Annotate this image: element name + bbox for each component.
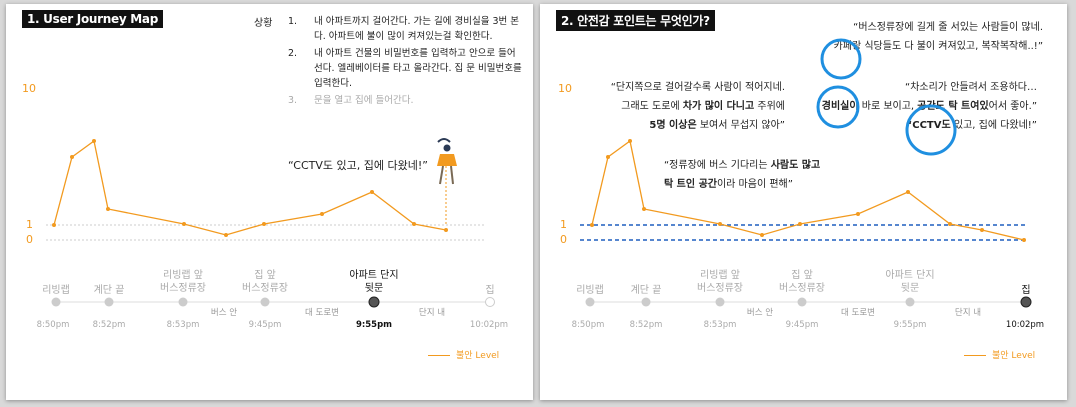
highlight-circle: [816, 85, 860, 129]
data-point: [590, 223, 594, 227]
data-point: [182, 222, 186, 226]
data-point: [606, 155, 610, 159]
station-dot-end: [485, 297, 495, 307]
data-point: [370, 190, 374, 194]
station-dot-active: [1020, 296, 1032, 308]
anxiety-chart: [46, 138, 495, 308]
time-label: 8:53pm: [166, 320, 200, 330]
station-dot-active: [368, 296, 380, 308]
time-label: 9:45pm: [248, 320, 282, 330]
segment-label: 대 도로변: [841, 308, 875, 318]
station-dot: [178, 297, 188, 307]
station-dot: [797, 297, 807, 307]
data-point: [948, 222, 952, 226]
station-dot: [905, 297, 915, 307]
data-point: [70, 155, 74, 159]
data-point: [412, 222, 416, 226]
anxiety-line: [53, 139, 447, 236]
anxiety-chart: [580, 38, 1032, 308]
data-point: [856, 212, 860, 216]
station-label: 집 앞 버스정류장: [779, 270, 825, 294]
station-label: 계단 끝: [630, 285, 662, 296]
data-point: [224, 233, 228, 237]
legend-label: 불안 Level: [456, 351, 500, 361]
station-label: 계단 끝: [93, 285, 125, 296]
legend-line-icon: [964, 355, 986, 356]
station-label: 리빙랩: [576, 285, 604, 296]
time-label: 8:50pm: [571, 320, 605, 330]
station-dot: [585, 297, 595, 307]
time-label: 10:02pm: [469, 320, 509, 330]
time-label: 8:50pm: [36, 320, 70, 330]
time-label: 8:52pm: [92, 320, 126, 330]
station-label: 리빙랩 앞 버스정류장: [697, 270, 743, 294]
time-label: 8:52pm: [629, 320, 663, 330]
data-point: [262, 222, 266, 226]
segment-label: 버스 안: [746, 308, 774, 318]
data-point: [1022, 238, 1026, 242]
time-label: 9:55pm: [893, 320, 927, 330]
segment-label: 단지 내: [954, 308, 982, 318]
station-dot: [104, 297, 114, 307]
safety-points-panel: 2. 안전감 포인트는 무엇인가? 10 1 0 “버스정류장에 길게 줄 서있…: [540, 4, 1067, 400]
data-point: [718, 222, 722, 226]
station-label-active: 집: [1021, 285, 1031, 296]
time-label-active: 10:02pm: [1005, 320, 1045, 330]
legend-line-icon: [428, 355, 450, 356]
segment-label: 대 도로변: [305, 308, 339, 318]
data-point: [92, 139, 96, 143]
data-point: [444, 228, 448, 232]
data-point: [980, 228, 984, 232]
station-dot: [641, 297, 651, 307]
station-label-active: 아파트 단지 뒷문: [349, 270, 399, 294]
station-label: 아파트 단지 뒷문: [885, 270, 935, 294]
station-label: 리빙랩: [42, 285, 70, 296]
station-dot: [51, 297, 61, 307]
data-point: [628, 139, 632, 143]
station-label: 리빙랩 앞 버스정류장: [160, 270, 206, 294]
station-label: 집 앞 버스정류장: [242, 270, 288, 294]
data-point: [760, 233, 764, 237]
journey-map-panel: 1. User Journey Map 상황 1. 내 아파트까지 걸어간다. 가…: [6, 4, 533, 400]
time-label-active: 9:55pm: [355, 320, 393, 330]
highlight-circle: [820, 38, 862, 80]
station-label: 집: [485, 285, 495, 296]
data-point: [906, 190, 910, 194]
segment-label: 버스 안: [210, 308, 238, 318]
data-point: [798, 222, 802, 226]
time-label: 9:45pm: [785, 320, 819, 330]
time-label: 8:53pm: [703, 320, 737, 330]
legend-label: 불안 Level: [992, 351, 1036, 361]
anxiety-points: [52, 139, 448, 237]
highlight-circle: [905, 104, 957, 156]
legend: 불안 Level: [964, 348, 1035, 361]
segment-label: 단지 내: [418, 308, 446, 318]
station-dot: [260, 297, 270, 307]
data-point: [320, 212, 324, 216]
station-dot: [715, 297, 725, 307]
legend: 불안 Level: [428, 348, 499, 361]
walking-woman-icon: [437, 138, 457, 185]
data-point: [106, 207, 110, 211]
data-point: [52, 223, 56, 227]
data-point: [642, 207, 646, 211]
